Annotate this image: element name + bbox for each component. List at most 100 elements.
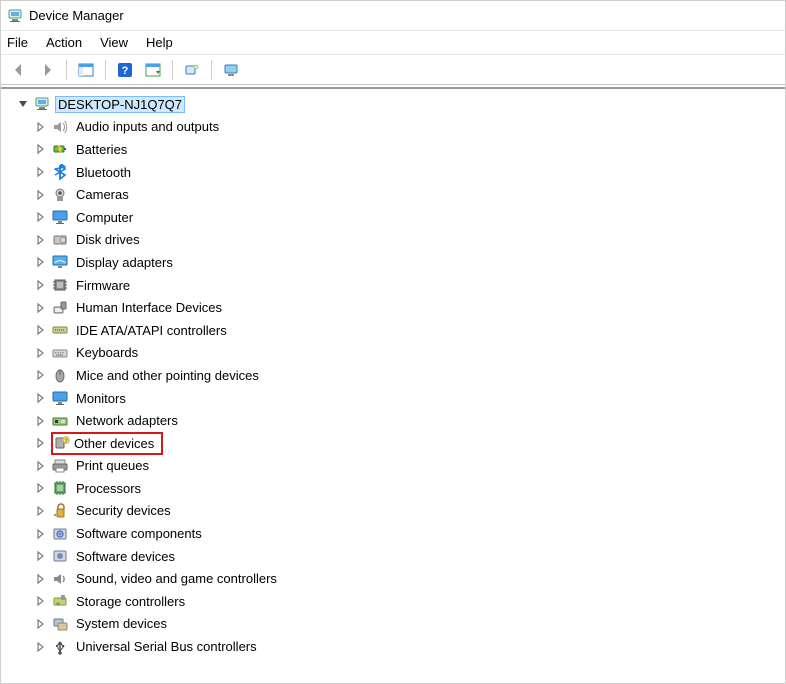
tree-item-keyboards[interactable]: Keyboards	[15, 342, 785, 365]
chevron-right-icon[interactable]	[35, 392, 47, 404]
chevron-right-icon[interactable]	[35, 415, 47, 427]
chevron-right-icon[interactable]	[35, 279, 47, 291]
chevron-right-icon[interactable]	[35, 437, 47, 449]
chevron-right-icon[interactable]	[35, 550, 47, 562]
tree-item-computer[interactable]: Computer	[15, 206, 785, 229]
scan-hardware-button[interactable]	[180, 58, 204, 82]
chevron-right-icon[interactable]	[35, 143, 47, 155]
tree-item-label[interactable]: Software devices	[73, 548, 178, 565]
tree-item-software-devices[interactable]: Software devices	[15, 545, 785, 568]
chevron-right-icon[interactable]	[35, 166, 47, 178]
computer-icon	[33, 95, 51, 113]
chevron-right-icon[interactable]	[35, 211, 47, 223]
tree-item-sound-video-and-game-controllers[interactable]: Sound, video and game controllers	[15, 567, 785, 590]
tree-item-network-adapters[interactable]: Network adapters	[15, 409, 785, 432]
toolbar-separator	[172, 60, 173, 80]
tree-item-batteries[interactable]: Batteries	[15, 138, 785, 161]
device-manager-window: Device Manager File Action View Help DES…	[0, 0, 786, 684]
chevron-right-icon[interactable]	[35, 369, 47, 381]
tree-item-label[interactable]: Network adapters	[73, 412, 181, 429]
monitor-icon	[51, 389, 69, 407]
menu-action[interactable]: Action	[46, 35, 82, 50]
tree-item-cameras[interactable]: Cameras	[15, 183, 785, 206]
tree-item-label[interactable]: Audio inputs and outputs	[73, 118, 222, 135]
chevron-right-icon[interactable]	[35, 256, 47, 268]
tree-item-label[interactable]: Computer	[73, 209, 136, 226]
tree-item-label[interactable]: Bluetooth	[73, 164, 134, 181]
tree-item-label[interactable]: Other devices	[71, 435, 157, 452]
chevron-right-icon[interactable]	[35, 641, 47, 653]
tree-item-label[interactable]: Processors	[73, 480, 144, 497]
chevron-right-icon[interactable]	[35, 302, 47, 314]
chevron-down-icon[interactable]	[17, 98, 29, 110]
tree-item-print-queues[interactable]: Print queues	[15, 455, 785, 478]
add-legacy-hardware-button[interactable]	[219, 58, 243, 82]
chevron-right-icon[interactable]	[35, 595, 47, 607]
tree-item-security-devices[interactable]: Security devices	[15, 500, 785, 523]
chevron-right-icon[interactable]	[35, 482, 47, 494]
chevron-right-icon[interactable]	[35, 234, 47, 246]
battery-icon	[51, 140, 69, 158]
show-hide-tree-button[interactable]	[74, 58, 98, 82]
tree-item-label[interactable]: Print queues	[73, 457, 152, 474]
forward-button[interactable]	[35, 58, 59, 82]
tree-item-audio-inputs-and-outputs[interactable]: Audio inputs and outputs	[15, 116, 785, 139]
tree-item-label[interactable]: IDE ATA/ATAPI controllers	[73, 322, 230, 339]
bluetooth-icon	[51, 163, 69, 181]
menu-bar: File Action View Help	[1, 31, 785, 55]
menu-file[interactable]: File	[7, 35, 28, 50]
chevron-right-icon[interactable]	[35, 324, 47, 336]
tree-item-label[interactable]: Security devices	[73, 502, 174, 519]
chevron-right-icon[interactable]	[35, 347, 47, 359]
action-menu-button[interactable]	[141, 58, 165, 82]
tree-item-system-devices[interactable]: System devices	[15, 613, 785, 636]
tree-item-label[interactable]: Firmware	[73, 277, 133, 294]
tree-item-monitors[interactable]: Monitors	[15, 387, 785, 410]
tree-item-display-adapters[interactable]: Display adapters	[15, 251, 785, 274]
tree-item-label[interactable]: Disk drives	[73, 231, 143, 248]
back-button[interactable]	[7, 58, 31, 82]
tree-item-bluetooth[interactable]: Bluetooth	[15, 161, 785, 184]
tree-item-label[interactable]: Cameras	[73, 186, 132, 203]
help-button[interactable]	[113, 58, 137, 82]
tree-item-label[interactable]: Sound, video and game controllers	[73, 570, 280, 587]
storage-icon	[51, 592, 69, 610]
tree-item-label[interactable]: Keyboards	[73, 344, 141, 361]
highlight-box: Other devices	[51, 432, 163, 455]
tree-root-node[interactable]: DESKTOP-NJ1Q7Q7	[15, 93, 785, 116]
cpu-icon	[51, 479, 69, 497]
security-icon	[51, 502, 69, 520]
tree-item-human-interface-devices[interactable]: Human Interface Devices	[15, 296, 785, 319]
tree-item-mice-and-other-pointing-devices[interactable]: Mice and other pointing devices	[15, 364, 785, 387]
tree-item-disk-drives[interactable]: Disk drives	[15, 229, 785, 252]
tree-item-ide-ata-atapi-controllers[interactable]: IDE ATA/ATAPI controllers	[15, 319, 785, 342]
tree-item-label[interactable]: Monitors	[73, 390, 129, 407]
chevron-right-icon[interactable]	[35, 505, 47, 517]
tree-item-processors[interactable]: Processors	[15, 477, 785, 500]
tree-item-label[interactable]: Universal Serial Bus controllers	[73, 638, 260, 655]
tree-item-label[interactable]: System devices	[73, 615, 170, 632]
menu-view[interactable]: View	[100, 35, 128, 50]
tree-item-universal-serial-bus-controllers[interactable]: Universal Serial Bus controllers	[15, 635, 785, 658]
tree-item-firmware[interactable]: Firmware	[15, 274, 785, 297]
tree-item-label[interactable]: Software components	[73, 525, 205, 542]
chevron-right-icon[interactable]	[35, 460, 47, 472]
disk-icon	[51, 231, 69, 249]
chevron-right-icon[interactable]	[35, 189, 47, 201]
tree-item-storage-controllers[interactable]: Storage controllers	[15, 590, 785, 613]
chevron-right-icon[interactable]	[35, 573, 47, 585]
tree-item-other-devices[interactable]: Other devices	[15, 432, 785, 455]
tree-item-label[interactable]: Mice and other pointing devices	[73, 367, 262, 384]
tree-root-label[interactable]: DESKTOP-NJ1Q7Q7	[55, 96, 185, 113]
tree-item-label[interactable]: Human Interface Devices	[73, 299, 225, 316]
hid-icon	[51, 299, 69, 317]
tree-item-label[interactable]: Batteries	[73, 141, 130, 158]
tree-item-software-components[interactable]: Software components	[15, 522, 785, 545]
chevron-right-icon[interactable]	[35, 528, 47, 540]
chevron-right-icon[interactable]	[35, 121, 47, 133]
menu-help[interactable]: Help	[146, 35, 173, 50]
tree-item-label[interactable]: Storage controllers	[73, 593, 188, 610]
tree-pane[interactable]: DESKTOP-NJ1Q7Q7 Audio inputs and outputs…	[1, 87, 785, 683]
tree-item-label[interactable]: Display adapters	[73, 254, 176, 271]
chevron-right-icon[interactable]	[35, 618, 47, 630]
